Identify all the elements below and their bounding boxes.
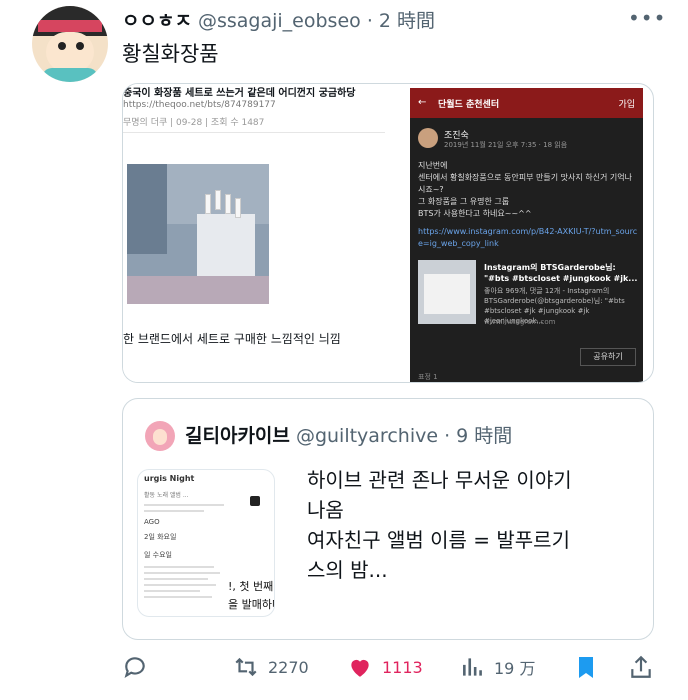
retweet-button[interactable]: 2270 [232, 654, 309, 680]
reply-button[interactable] [122, 654, 148, 680]
heart-icon [351, 659, 369, 677]
back-arrow-icon: ← [418, 97, 427, 108]
reaction-footer: 표정 1 [418, 373, 438, 381]
quoted-media-tabs: 활동 노래 앨범 ... [144, 492, 189, 499]
text-line [144, 566, 214, 568]
post-date: 2019년 11월 21일 오후 7:35 · 18 읽음 [444, 141, 568, 149]
quoted-author-line: 길티아카이브 @guiltyarchive · 9 時間 [185, 421, 512, 448]
quoted-text-line: 하이브 관련 존나 무서운 이야기 [307, 468, 572, 492]
photo-bottle [225, 194, 231, 214]
text-line [144, 504, 224, 506]
quoted-avatar[interactable] [145, 421, 175, 451]
join-label: 가입 [618, 100, 635, 110]
cosmetics-photo [127, 164, 269, 304]
band-header: ← 단월드 춘천센터 가입 [410, 88, 643, 118]
text-line [144, 578, 208, 580]
instagram-link: https://www.instagram.com/p/B42-AXKIU-T/… [418, 227, 638, 248]
share-button[interactable] [628, 654, 654, 680]
post-title: 중국이 화장품 세트로 쓰는거 같은데 어디껀지 궁금하당 [123, 88, 356, 99]
retweet-count: 2270 [268, 657, 309, 677]
dot-separator: · [366, 10, 373, 32]
quoted-tweet[interactable]: 길티아카이브 @guiltyarchive · 9 時間 urgis Night… [122, 398, 654, 640]
text-line [144, 590, 200, 592]
text-line [144, 572, 220, 574]
post-url: https://theqoo.net/bts/874789177 [123, 100, 276, 110]
photo-bed [127, 276, 269, 304]
photo-bottle [215, 190, 221, 210]
photo-bottle [235, 198, 241, 218]
divider [123, 132, 385, 133]
post-body: 지난번에 센터에서 황칠화장품으로 동안피부 만들기 맛사지 하신거 기억나시죠… [418, 161, 632, 218]
action-bar: 2270 1113 19 万 [0, 654, 688, 684]
instagram-site: www.instagram.com [484, 318, 556, 326]
quoted-media-header: urgis Night [144, 474, 195, 483]
quoted-display-name[interactable]: 길티아카이브 [185, 425, 290, 447]
tweet-author-line: ㅇㅇㅎㅈ @ssagaji_eobseo · 2 時間 [122, 6, 435, 33]
avatar-headband [38, 20, 102, 32]
avatar-eye [58, 42, 66, 50]
avatar-shirt [42, 68, 98, 82]
dot-separator: · [444, 425, 451, 447]
media-image-left[interactable]: 중국이 화장품 세트로 쓰는거 같은데 어디껀지 궁금하당 https://th… [123, 84, 403, 382]
display-name[interactable]: ㅇㅇㅎㅈ [122, 10, 192, 32]
post-caption: 한 브랜드에서 세트로 구매한 느낌적인 늬낌 [123, 332, 341, 346]
share-label: 공유하기 [580, 348, 636, 366]
quoted-text-line: 스의 밤... [307, 558, 388, 582]
more-options-icon[interactable]: ••• [628, 6, 666, 30]
post-author-avatar [418, 128, 438, 148]
reply-icon [124, 657, 145, 679]
quoted-media-line2: 2일 화요일 [144, 533, 177, 541]
quoted-media-line3: 일 수요일 [144, 551, 172, 559]
user-avatar[interactable] [32, 6, 108, 82]
tweet-text: 황칠화장품 [122, 42, 219, 66]
bookmark-icon [579, 657, 593, 678]
views-button[interactable]: 19 万 [460, 654, 535, 680]
share-icon [631, 655, 651, 678]
bookmark-button[interactable] [574, 654, 598, 680]
views-count: 19 万 [494, 659, 536, 678]
post-meta: 무명의 더쿠 | 09-28 | 조회 수 1487 [123, 118, 265, 128]
quoted-media-ep1: !, 첫 번째 EP ' [228, 580, 274, 593]
device-icon [250, 496, 260, 506]
like-count: 1113 [382, 657, 423, 677]
text-line [144, 596, 212, 598]
band-title: 단월드 춘천센터 [438, 100, 500, 110]
quoted-media[interactable]: urgis Night 활동 노래 앨범 ... AGO 2일 화요일 일 수요… [137, 469, 275, 617]
media-card[interactable]: 중국이 화장품 세트로 쓰는거 같은데 어디껀지 궁금하당 https://th… [122, 83, 654, 383]
views-icon [463, 658, 482, 676]
photo-bottle [205, 194, 211, 214]
photo-curtain [127, 164, 167, 254]
retweet-icon [235, 657, 257, 677]
quoted-handle[interactable]: @guiltyarchive [296, 425, 438, 447]
text-line [144, 510, 204, 512]
instagram-title: Instagram의 BTSGarderobe님: "#bts #btsclos… [484, 263, 638, 283]
like-button[interactable]: 1113 [346, 654, 423, 680]
text-line [144, 584, 216, 586]
quoted-timestamp[interactable]: 9 時間 [456, 425, 512, 447]
quoted-text-line: 나옴 [307, 498, 344, 522]
avatar-face [46, 32, 94, 72]
quoted-media-line1: AGO [144, 518, 160, 526]
quoted-text-line: 여자친구 앨범 이름 = 발푸르기 [307, 528, 570, 552]
timestamp[interactable]: 2 時間 [379, 10, 435, 32]
thumbnail-shelf [424, 274, 470, 314]
instagram-thumbnail [418, 260, 476, 324]
instagram-preview: Instagram의 BTSGarderobe님: "#bts #btsclos… [418, 260, 638, 328]
quoted-text: 하이브 관련 존나 무서운 이야기 나옴 여자친구 앨범 이름 = 발푸르기 스… [307, 465, 637, 585]
media-image-right[interactable]: ← 단월드 춘천센터 가입 조진숙 2019년 11월 21일 오후 7:35 … [410, 88, 643, 382]
handle[interactable]: @ssagaji_eobseo [198, 10, 361, 32]
avatar-eye [76, 42, 84, 50]
quoted-media-ep2: 을 발매하며 정식 [228, 598, 274, 611]
